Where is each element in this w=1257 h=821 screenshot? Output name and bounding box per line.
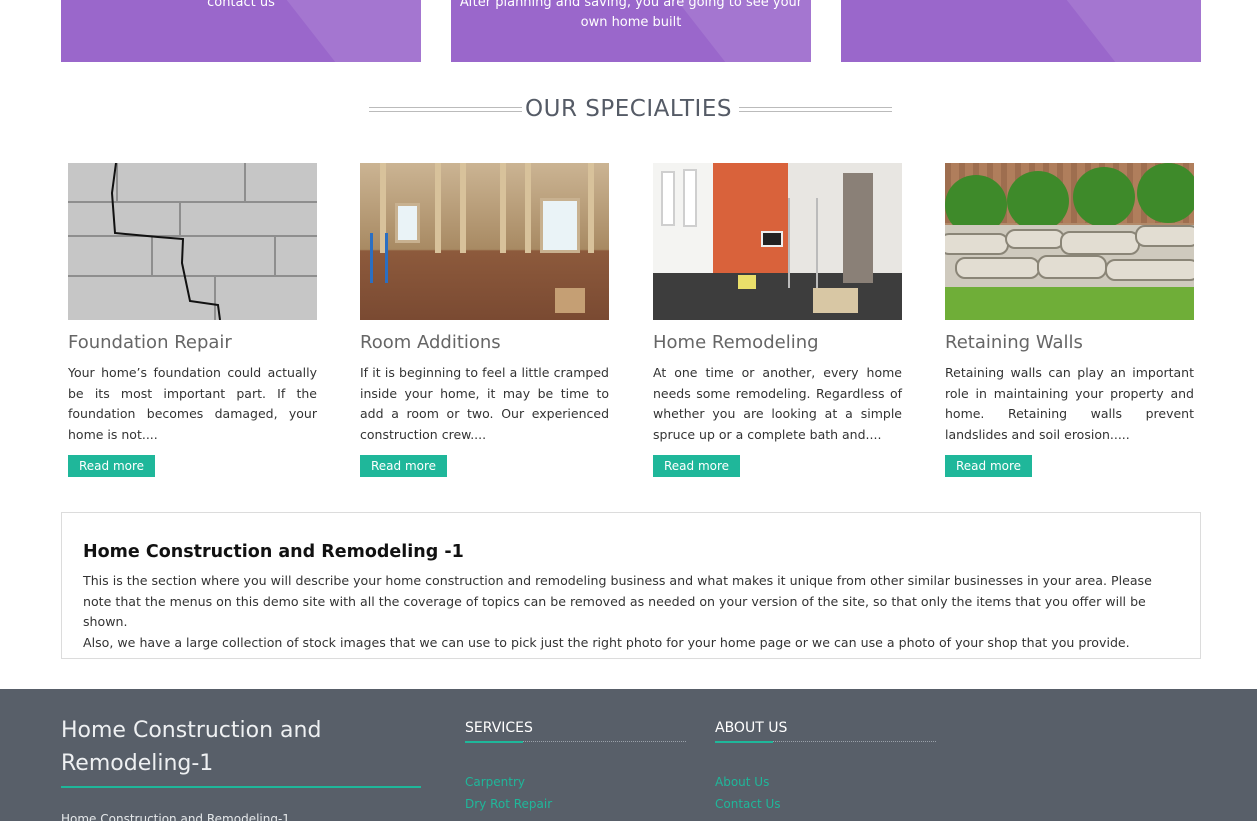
footer-link-about-us[interactable]: About Us <box>715 771 936 793</box>
specialty-title[interactable]: Room Additions <box>360 332 609 354</box>
about-title: Home Construction and Remodeling -1 <box>83 542 464 562</box>
about-paragraph: This is the section where you will descr… <box>83 571 1179 653</box>
footer-heading-divider <box>465 741 686 743</box>
specialty-title[interactable]: Foundation Repair <box>68 332 317 354</box>
specialty-card-retaining-walls: Retaining Walls Retaining walls can play… <box>945 163 1194 477</box>
read-more-button[interactable]: Read more <box>68 455 156 477</box>
specialty-title[interactable]: Retaining Walls <box>945 332 1194 354</box>
footer-services-column: SERVICES Carpentry Dry Rot Repair <box>465 717 686 815</box>
about-section: Home Construction and Remodeling -1 This… <box>61 512 1201 659</box>
read-more-button[interactable]: Read more <box>360 455 448 477</box>
room-additions-image[interactable] <box>360 163 609 320</box>
specialty-card-foundation-repair: Foundation Repair Your home’s foundation… <box>68 163 317 477</box>
promo-card-text: After planning and saving, you are going… <box>459 0 803 30</box>
promo-card-third[interactable] <box>841 0 1201 62</box>
footer-link-carpentry[interactable]: Carpentry <box>465 771 686 793</box>
footer-brand-subtitle: Home Construction and Remodeling-1 <box>61 812 290 821</box>
footer-link-dry-rot-repair[interactable]: Dry Rot Repair <box>465 793 686 815</box>
specialty-description: Your home’s foundation could actually be… <box>68 365 317 442</box>
promo-card-contact[interactable]: contact us <box>61 0 421 62</box>
heading-divider-right <box>739 107 892 112</box>
footer-heading-divider <box>715 741 936 743</box>
read-more-button[interactable]: Read more <box>945 455 1033 477</box>
footer-services-list: Carpentry Dry Rot Repair <box>465 771 686 815</box>
specialties-heading: OUR SPECIALTIES <box>0 92 1257 126</box>
specialties-title: OUR SPECIALTIES <box>525 96 732 122</box>
home-remodeling-image[interactable] <box>653 163 902 320</box>
specialty-title[interactable]: Home Remodeling <box>653 332 902 354</box>
footer-about-heading: ABOUT US <box>715 720 788 736</box>
specialty-description: If it is beginning to feel a little cram… <box>360 365 609 442</box>
footer-brand: Home Construction and Remodeling-1 Home … <box>61 714 421 821</box>
footer-about-column: ABOUT US About Us Contact Us <box>715 717 936 815</box>
foundation-repair-image[interactable] <box>68 163 317 320</box>
footer-brand-divider <box>61 786 421 788</box>
retaining-walls-image[interactable] <box>945 163 1194 320</box>
footer-brand-name[interactable]: Home Construction and Remodeling-1 <box>61 714 421 780</box>
footer-link-contact-us[interactable]: Contact Us <box>715 793 936 815</box>
specialty-description: At one time or another, every home needs… <box>653 365 902 442</box>
promo-card-planning[interactable]: After planning and saving, you are going… <box>451 0 811 62</box>
specialty-description: Retaining walls can play an important ro… <box>945 365 1194 442</box>
about-paragraph-1: This is the section where you will descr… <box>83 573 1152 630</box>
read-more-button[interactable]: Read more <box>653 455 741 477</box>
heading-divider-left <box>369 107 522 112</box>
crack-icon <box>110 163 221 320</box>
about-paragraph-2: Also, we have a large collection of stoc… <box>83 634 1130 650</box>
specialty-card-home-remodeling: Home Remodeling At one time or another, … <box>653 163 902 477</box>
footer: Home Construction and Remodeling-1 Home … <box>0 689 1257 821</box>
footer-services-heading: SERVICES <box>465 720 533 736</box>
footer-about-list: About Us Contact Us <box>715 771 936 815</box>
promo-cards: contact us After planning and saving, yo… <box>61 0 1201 62</box>
promo-card-text: contact us <box>207 0 275 10</box>
specialty-card-room-additions: Room Additions If it is beginning to fee… <box>360 163 609 477</box>
